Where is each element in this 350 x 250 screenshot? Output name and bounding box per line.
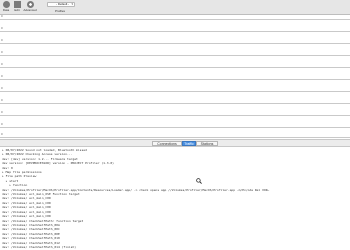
timeline-row-line (0, 91, 350, 92)
timeline-row-label: 0 (1, 132, 3, 136)
tab-traffic[interactable]: Traffic (182, 141, 196, 146)
timeline-panel: 0 0 0 0 0 0 0 0 0 0 0 (0, 14, 350, 139)
timeline-row-label: 0 (1, 122, 3, 126)
timeline-row-line (0, 127, 350, 128)
chevron-down-icon: ▾ (71, 2, 73, 6)
profile-select-value: - Default - (56, 2, 70, 6)
timeline-row-label: 0 (1, 38, 3, 42)
zoom-cursor-icon (196, 178, 202, 184)
tab-stations[interactable]: Stations (196, 141, 218, 146)
advanced-tool-label: Advanced (23, 8, 37, 12)
profiles-label: Profiles (55, 9, 66, 13)
console-log[interactable]: ▸ 08/07/2022 Sound not loaded, Bluetooth… (0, 147, 350, 250)
timeline-row-line (0, 19, 350, 20)
timeline-row-label: 0 (1, 98, 3, 102)
edit-tool-button[interactable]: Edit (11, 1, 23, 12)
edit-tool-label: Edit (14, 8, 20, 12)
timeline-row-line (0, 103, 350, 104)
advanced-tool-button[interactable]: Advanced (23, 1, 37, 12)
gear-icon (26, 1, 34, 8)
profile-select[interactable]: - Default - ▾ (47, 2, 75, 7)
toolbar: Data Edit Advanced - Default - ▾ Profile… (0, 0, 350, 15)
edit-icon (13, 1, 21, 8)
timeline-row-label: 0 (1, 74, 3, 78)
timeline-row-label: 0 (1, 62, 3, 66)
timeline-row-label: 0 (1, 86, 3, 90)
timeline-row-line (0, 31, 350, 32)
timeline-row-label: 0 (1, 26, 3, 30)
timeline-row-line (0, 79, 350, 80)
play-icon (2, 1, 10, 8)
tab-connections[interactable]: Connections (152, 141, 182, 146)
timeline-row-label: 0 (1, 14, 3, 18)
timeline-row-line (0, 43, 350, 44)
timeline-row-line (0, 115, 350, 116)
timeline-row-line (0, 137, 350, 138)
tab-bar: Connections Traffic Stations (0, 139, 350, 147)
timeline-row-label: 0 (1, 110, 3, 114)
timeline-row-line (0, 67, 350, 68)
timeline-row-label: 0 (1, 50, 3, 54)
timeline-row-line (0, 55, 350, 56)
